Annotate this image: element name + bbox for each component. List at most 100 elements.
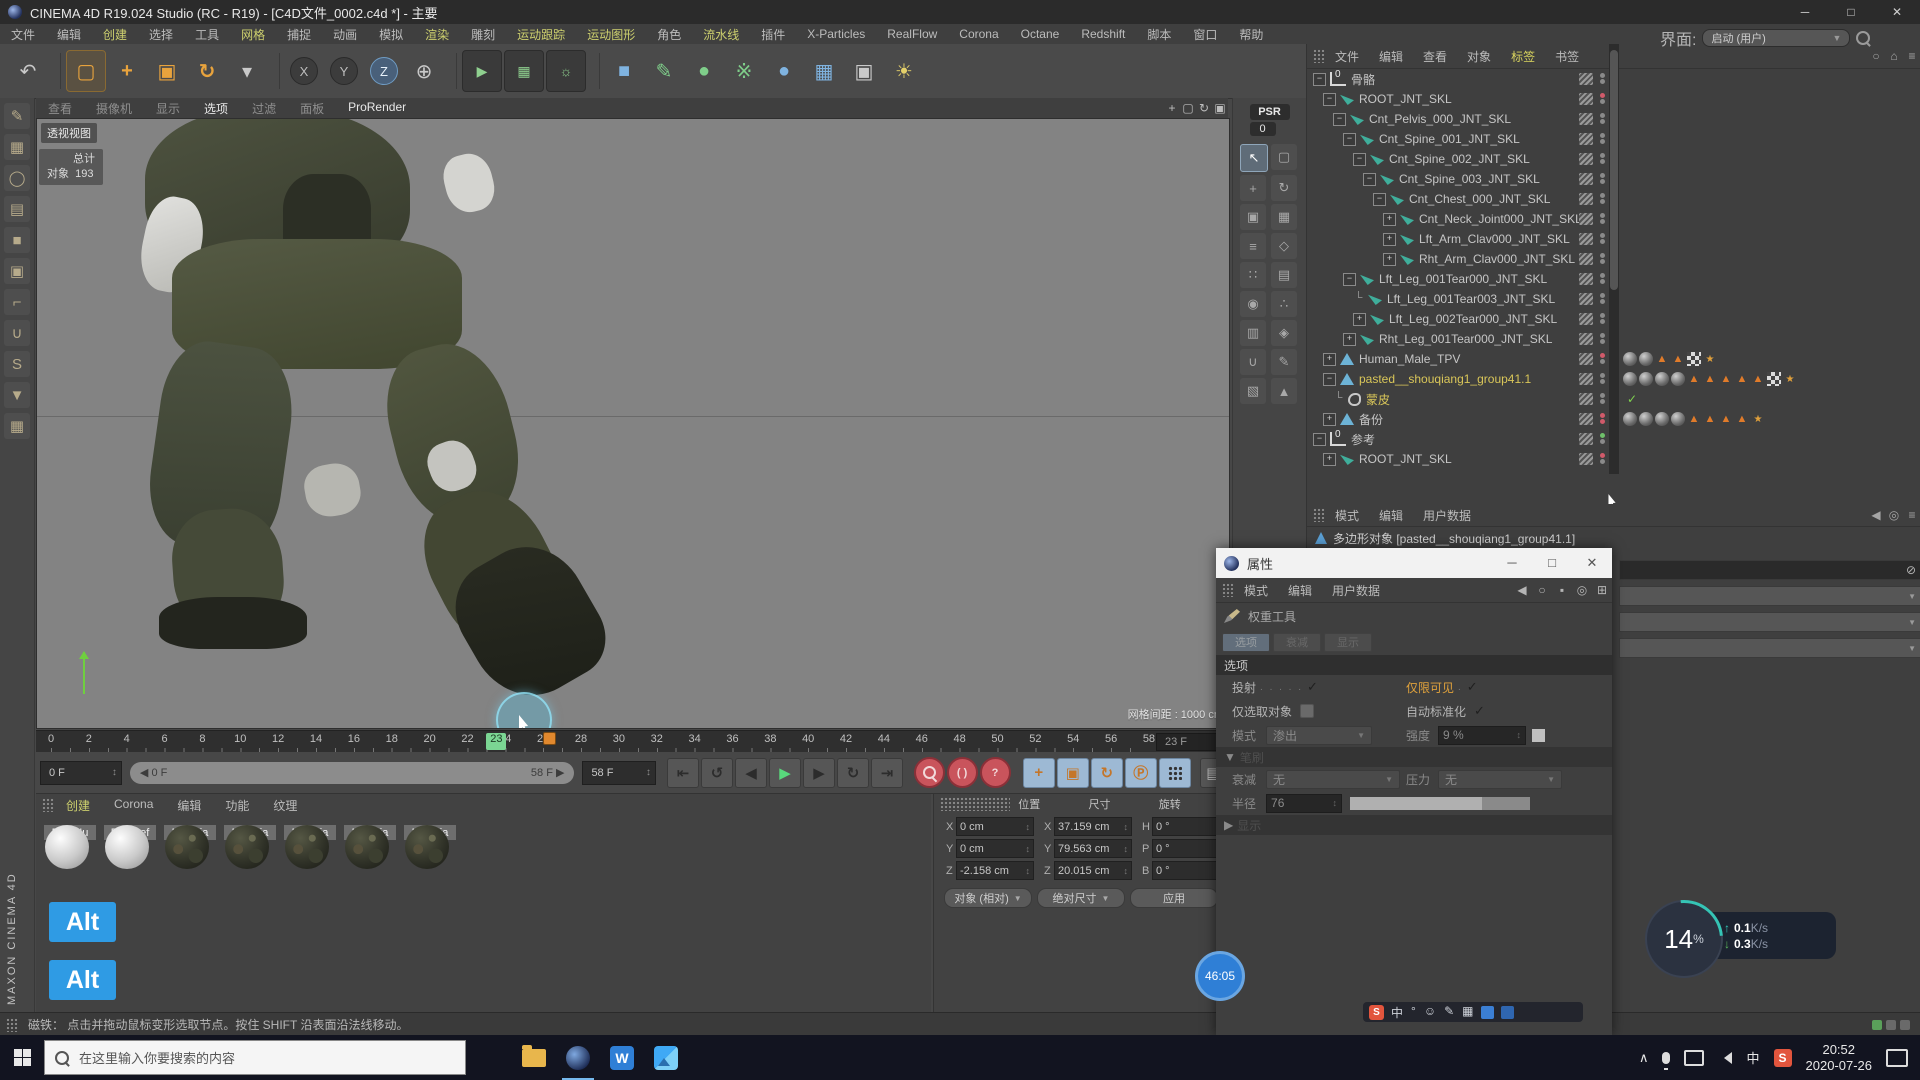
material-item[interactable]: Fbx Def xyxy=(102,822,158,840)
menu-item[interactable]: 动画 xyxy=(322,26,368,43)
texture-tags[interactable]: ▲▲▲▲▲★ xyxy=(1623,372,1797,386)
layer-square-icon[interactable] xyxy=(1579,393,1593,405)
visible-only-checkbox[interactable]: ✓ xyxy=(1467,679,1478,695)
divider[interactable] xyxy=(448,53,457,89)
render-view-icon[interactable]: ▶ xyxy=(462,50,502,92)
visibility-dots[interactable] xyxy=(1600,112,1606,126)
menu-item[interactable]: 网格 xyxy=(230,26,276,43)
keyboard-icon[interactable]: ▦ xyxy=(1462,1004,1473,1021)
tri-tag-icon[interactable]: ▲ xyxy=(1751,372,1765,386)
attribute-tab[interactable]: 显示 xyxy=(1324,633,1372,652)
attribute-tab[interactable]: 选项 xyxy=(1222,633,1270,652)
viewport-menu-item[interactable]: 过滤 xyxy=(240,100,288,117)
mode-menu[interactable]: 模式 xyxy=(1325,507,1369,524)
tri-tag-icon[interactable]: ▲ xyxy=(1719,372,1733,386)
emoji-icon[interactable]: ☺ xyxy=(1424,1004,1436,1021)
diamond-icon[interactable]: ◇ xyxy=(1271,233,1297,259)
menu-item[interactable]: 模拟 xyxy=(368,26,414,43)
strength-slider[interactable] xyxy=(1532,729,1545,742)
goto-start-button[interactable]: ⇤ xyxy=(667,758,699,788)
sphere-tag-icon[interactable] xyxy=(1623,352,1637,366)
material-item[interactable]: Materia xyxy=(282,822,338,840)
menu-item[interactable]: 脚本 xyxy=(1136,26,1182,43)
menu-item[interactable]: 雕刻 xyxy=(460,26,506,43)
menu-item[interactable]: 帮助 xyxy=(1228,26,1274,43)
visibility-dots[interactable] xyxy=(1600,192,1606,206)
side-dropdown[interactable]: ▼ xyxy=(1619,586,1920,606)
visibility-dots[interactable] xyxy=(1600,232,1606,246)
viewport-menu-item[interactable]: 面板 xyxy=(288,100,336,117)
perspective-viewport[interactable]: 透视视图 总计 对象 193 网格间距 : 1000 cm xyxy=(36,118,1230,729)
sphere-tag-icon[interactable] xyxy=(1655,372,1669,386)
menu-item[interactable]: Octane xyxy=(1010,27,1071,41)
material-menu-item[interactable]: 纹理 xyxy=(261,797,309,814)
expand-toggle[interactable]: └ xyxy=(1353,294,1364,305)
side-dropdown[interactable]: ▼ xyxy=(1619,612,1920,632)
size-field[interactable]: Y 79.563 cm↕ xyxy=(1044,839,1132,858)
menu-item[interactable]: 选择 xyxy=(138,26,184,43)
material-menu-item[interactable]: Corona xyxy=(102,797,165,814)
layer-square-icon[interactable] xyxy=(1579,353,1593,365)
x-axis-lock-icon[interactable]: X xyxy=(285,51,323,91)
menu-item[interactable]: 文件 xyxy=(0,26,46,43)
expand-toggle[interactable]: + xyxy=(1343,333,1356,346)
menu-item[interactable]: 渲染 xyxy=(414,26,460,43)
triangle-icon[interactable]: ▲ xyxy=(1271,378,1297,404)
menu-item[interactable]: Redshift xyxy=(1070,27,1136,41)
select-cursor-icon[interactable]: ↖ xyxy=(1240,144,1268,172)
tri-tag-icon[interactable]: ▲ xyxy=(1735,372,1749,386)
tri-tag-icon[interactable]: ▲ xyxy=(1703,372,1717,386)
goto-end-button[interactable]: ⇥ xyxy=(871,758,903,788)
loop-play-button[interactable]: ↻ xyxy=(837,758,869,788)
object-label[interactable]: Lft_Leg_001Tear003_JNT_SKL xyxy=(1387,292,1555,306)
points-mode-icon[interactable]: ■ xyxy=(4,227,30,253)
light-icon[interactable]: ☀ xyxy=(885,51,923,91)
camera-icon[interactable]: ▣ xyxy=(845,51,883,91)
rows-icon[interactable]: ▥ xyxy=(1240,320,1266,346)
record-scale-toggle[interactable]: ▣ xyxy=(1057,758,1089,788)
object-label[interactable]: Lft_Arm_Clav000_JNT_SKL xyxy=(1419,232,1570,246)
material-item[interactable]: Materia xyxy=(162,822,218,840)
timeline-playhead[interactable]: 23 xyxy=(486,733,506,750)
expand-toggle[interactable]: + xyxy=(1383,233,1396,246)
layer-square-icon[interactable] xyxy=(1579,193,1593,205)
search-icon[interactable]: ○ xyxy=(1867,49,1885,63)
spline-pen-icon[interactable]: ✎ xyxy=(645,51,683,91)
layer-square-icon[interactable] xyxy=(1579,73,1593,85)
close-button[interactable]: ✕ xyxy=(1874,0,1920,24)
record-parameter-toggle[interactable]: Ⓟ xyxy=(1125,758,1157,788)
visibility-dots[interactable] xyxy=(1600,272,1606,286)
sphere-tag-icon[interactable] xyxy=(1639,372,1653,386)
panel-drag-handle[interactable] xyxy=(1222,583,1234,597)
menu-item[interactable]: 编辑 xyxy=(46,26,92,43)
side-field-texture[interactable]: ⊘ xyxy=(1619,560,1920,580)
panel-drag-handle[interactable] xyxy=(940,797,1010,811)
viewport-menu-item[interactable]: 显示 xyxy=(144,100,192,117)
taskbar-file-explorer[interactable] xyxy=(512,1035,556,1080)
position-field[interactable]: Y 0 cm↕ xyxy=(946,839,1034,858)
object-label[interactable]: Lft_Leg_002Tear000_JNT_SKL xyxy=(1389,312,1557,326)
options-section-header[interactable]: 选项 xyxy=(1216,655,1612,675)
visibility-dots[interactable] xyxy=(1600,352,1606,366)
selected-object-row[interactable]: 多边形对象 [pasted__shouqiang1_group41.1] xyxy=(1307,527,1920,549)
sphere-tag-icon[interactable] xyxy=(1623,412,1637,426)
visibility-dots[interactable] xyxy=(1600,172,1606,186)
visibility-dots[interactable] xyxy=(1600,72,1606,86)
layer-square-icon[interactable] xyxy=(1579,273,1593,285)
layer-square-icon[interactable] xyxy=(1579,453,1593,465)
zoom-view-icon[interactable]: ▢ xyxy=(1180,101,1196,115)
menu-item[interactable]: 工具 xyxy=(184,26,230,43)
sogou-ime-icon[interactable]: S xyxy=(1774,1049,1792,1067)
expand-toggle[interactable]: └ xyxy=(1333,394,1344,405)
play-backwards-button[interactable]: ↺ xyxy=(701,758,733,788)
scale-tool-icon[interactable]: ▣ xyxy=(148,51,186,91)
apply-button[interactable]: 应用 xyxy=(1130,888,1218,908)
layer-square-icon[interactable] xyxy=(1579,433,1593,445)
start-button[interactable] xyxy=(0,1035,44,1080)
edges-mode-icon[interactable]: ▣ xyxy=(4,258,30,284)
viewport-menu-item[interactable]: 选项 xyxy=(192,100,240,117)
record-pla-toggle[interactable] xyxy=(1159,758,1191,788)
sphere-tag-icon[interactable] xyxy=(1671,412,1685,426)
menu-item[interactable]: 插件 xyxy=(750,26,796,43)
tri-tag-icon[interactable]: ▲ xyxy=(1655,352,1669,366)
